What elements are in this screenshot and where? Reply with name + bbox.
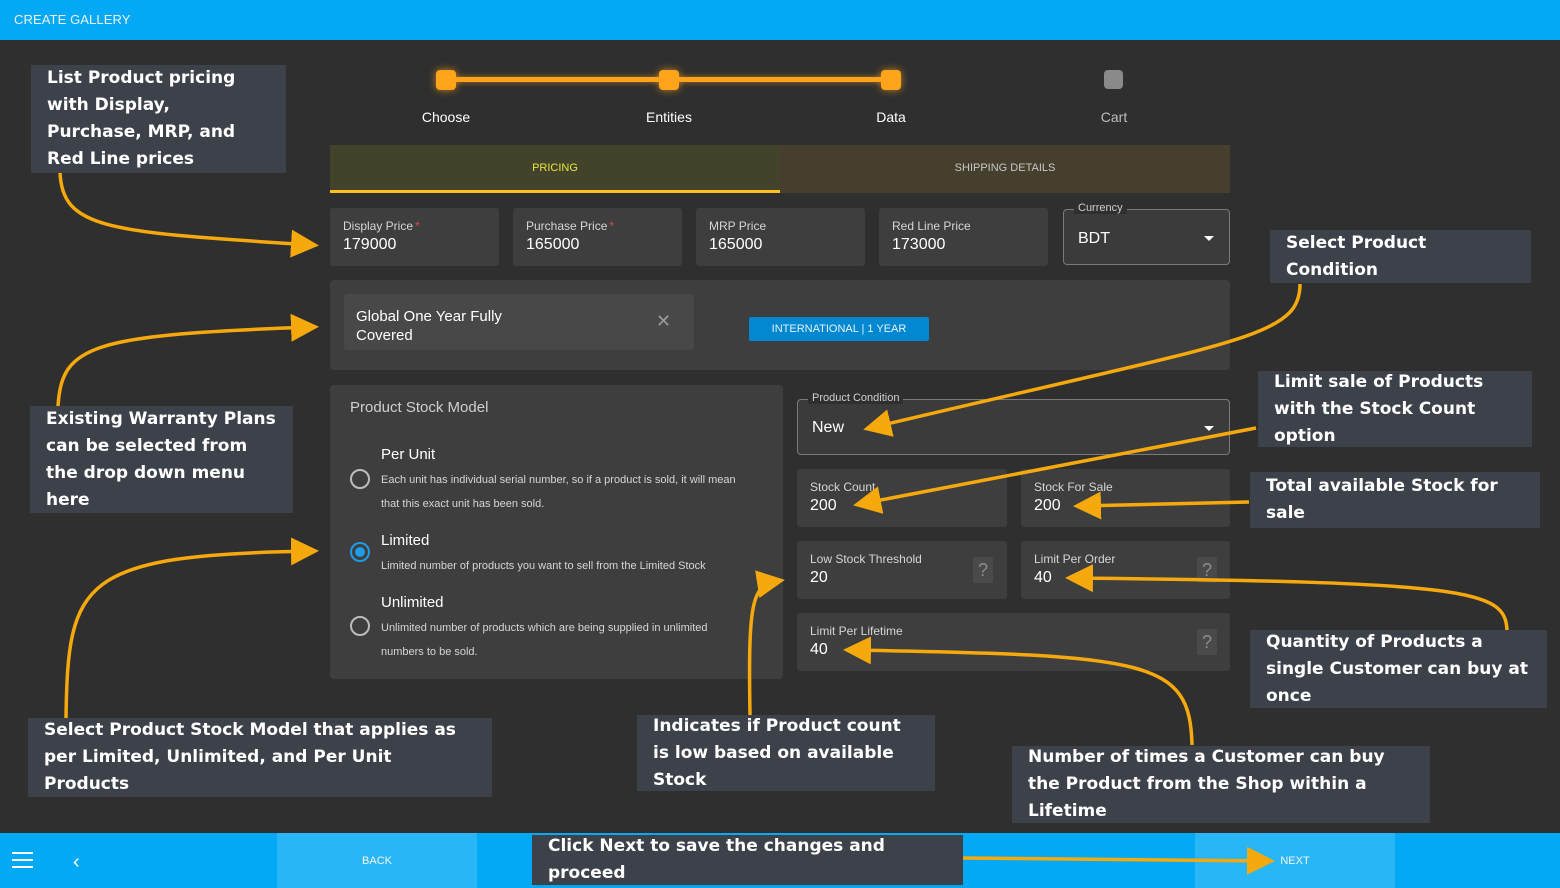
stock-count-label: Stock Count bbox=[810, 480, 876, 494]
limit-per-order-label: Limit Per Order bbox=[1034, 552, 1116, 566]
stock-for-sale-value: 200 bbox=[1034, 497, 1061, 514]
stock-for-sale-label: Stock For Sale bbox=[1034, 480, 1113, 494]
step-label-choose: Choose bbox=[421, 109, 471, 125]
limit-per-order-field[interactable]: Limit Per Order 40 ? bbox=[1021, 541, 1230, 599]
mrp-price-value: 165000 bbox=[709, 236, 763, 253]
annotation-stock-for-sale: Total available Stock for sale bbox=[1250, 472, 1540, 528]
purchase-price-value: 165000 bbox=[526, 236, 580, 253]
display-price-field[interactable]: Display Price * 179000 bbox=[330, 208, 499, 266]
limit-per-order-value: 40 bbox=[1034, 569, 1052, 586]
purchase-price-label-text: Purchase Price bbox=[526, 219, 608, 233]
option-title-limited: Limited bbox=[381, 532, 430, 549]
purchase-price-label: Purchase Price * bbox=[526, 219, 614, 233]
annotation-per-order: Quantity of Products a single Customer c… bbox=[1250, 630, 1547, 708]
required-marker: * bbox=[609, 219, 615, 233]
arrow-pricing bbox=[58, 171, 319, 258]
step-node-entities[interactable] bbox=[659, 70, 679, 90]
step-node-data[interactable] bbox=[881, 70, 901, 90]
chevron-down-icon bbox=[1204, 236, 1214, 241]
step-connector bbox=[446, 77, 670, 82]
option-desc-unlimited: Unlimited number of products which are b… bbox=[381, 622, 708, 658]
option-title-unlimited: Unlimited bbox=[381, 594, 444, 611]
step-node-choose[interactable] bbox=[436, 70, 456, 90]
stock-model-title: Product Stock Model bbox=[350, 399, 489, 416]
tab-bar: PRICING SHIPPING DETAILS bbox=[330, 145, 1230, 193]
limit-per-lifetime-label: Limit Per Lifetime bbox=[810, 624, 903, 638]
purchase-price-field[interactable]: Purchase Price * 165000 bbox=[513, 208, 682, 266]
step-connector bbox=[669, 77, 891, 82]
chevron-left-icon[interactable]: ‹ bbox=[73, 851, 80, 874]
mrp-price-label: MRP Price bbox=[709, 219, 767, 233]
app-title: CREATE GALLERY bbox=[14, 12, 131, 27]
radio-unlimited[interactable] bbox=[350, 616, 370, 636]
close-icon[interactable]: ✕ bbox=[656, 311, 671, 332]
option-desc-limited: Limited number of products you want to s… bbox=[381, 560, 706, 572]
product-condition-select[interactable]: Product Condition New bbox=[797, 392, 1230, 455]
mrp-price-field[interactable]: MRP Price 165000 bbox=[696, 208, 865, 266]
annotation-stock-model: Select Product Stock Model that applies … bbox=[28, 718, 492, 797]
back-button[interactable]: BACK bbox=[277, 833, 477, 888]
annotation-condition: Select Product Condition bbox=[1270, 230, 1531, 283]
chevron-down-icon bbox=[1204, 426, 1214, 431]
warranty-badge: INTERNATIONAL | 1 YEAR bbox=[749, 317, 929, 341]
annotation-stock-count: Limit sale of Products with the Stock Co… bbox=[1258, 371, 1532, 447]
annotation-pricing: List Product pricing with Display, Purch… bbox=[31, 65, 286, 173]
annotation-next: Click Next to save the changes and proce… bbox=[532, 835, 963, 885]
stock-count-field[interactable]: Stock Count 200 bbox=[797, 469, 1007, 527]
red-line-price-value: 173000 bbox=[892, 236, 946, 253]
help-icon[interactable]: ? bbox=[1197, 557, 1217, 583]
arrow-stock-model bbox=[64, 537, 319, 719]
display-price-label-text: Display Price bbox=[343, 219, 414, 233]
hamburger-menu-icon[interactable] bbox=[12, 852, 33, 873]
app-header: CREATE GALLERY bbox=[0, 0, 1560, 40]
warranty-panel: Global One Year Fully Covered ✕ INTERNAT… bbox=[330, 280, 1230, 370]
stock-model-panel: Product Stock Model Per Unit Each unit h… bbox=[330, 385, 783, 679]
tab-shipping-details[interactable]: SHIPPING DETAILS bbox=[780, 145, 1230, 193]
low-stock-threshold-label: Low Stock Threshold bbox=[810, 552, 922, 566]
annotation-lifetime: Number of times a Customer can buy the P… bbox=[1012, 746, 1430, 823]
product-condition-label: Product Condition bbox=[808, 392, 904, 404]
display-price-label: Display Price * bbox=[343, 219, 420, 233]
step-label-cart: Cart bbox=[1100, 109, 1128, 125]
help-icon[interactable]: ? bbox=[973, 557, 993, 583]
arrow-warranty bbox=[56, 313, 319, 407]
step-label-data: Data bbox=[876, 109, 906, 125]
red-line-price-label: Red Line Price bbox=[892, 219, 971, 233]
annotation-warranty: Existing Warranty Plans can be selected … bbox=[30, 406, 293, 513]
low-stock-threshold-field[interactable]: Low Stock Threshold 20 ? bbox=[797, 541, 1007, 599]
low-stock-threshold-value: 20 bbox=[810, 569, 828, 586]
warranty-chip-label: Global One Year Fully Covered bbox=[356, 308, 502, 344]
red-line-price-field[interactable]: Red Line Price 173000 bbox=[879, 208, 1048, 266]
tab-pricing[interactable]: PRICING bbox=[330, 145, 780, 193]
next-button[interactable]: NEXT bbox=[1195, 833, 1395, 888]
currency-select[interactable]: Currency BDT bbox=[1063, 202, 1230, 265]
limit-per-lifetime-field[interactable]: Limit Per Lifetime 40 ? bbox=[797, 613, 1230, 671]
step-node-cart[interactable] bbox=[1104, 70, 1123, 89]
currency-label: Currency bbox=[1074, 202, 1127, 214]
stock-count-value: 200 bbox=[810, 497, 837, 514]
display-price-value: 179000 bbox=[343, 236, 397, 253]
radio-per-unit[interactable] bbox=[350, 469, 370, 489]
required-marker: * bbox=[415, 219, 420, 233]
stock-for-sale-field[interactable]: Stock For Sale 200 bbox=[1021, 469, 1230, 527]
radio-limited[interactable] bbox=[350, 542, 370, 562]
help-icon[interactable]: ? bbox=[1197, 629, 1217, 655]
product-condition-value: New bbox=[812, 419, 845, 436]
step-label-entities: Entities bbox=[646, 109, 692, 125]
option-desc-per-unit: Each unit has individual serial number, … bbox=[381, 474, 736, 510]
currency-value: BDT bbox=[1078, 230, 1110, 247]
warranty-chip[interactable]: Global One Year Fully Covered ✕ bbox=[344, 294, 694, 350]
annotation-low-stock: Indicates if Product count is low based … bbox=[637, 715, 935, 791]
limit-per-lifetime-value: 40 bbox=[810, 641, 828, 658]
option-title-per-unit: Per Unit bbox=[381, 446, 436, 463]
